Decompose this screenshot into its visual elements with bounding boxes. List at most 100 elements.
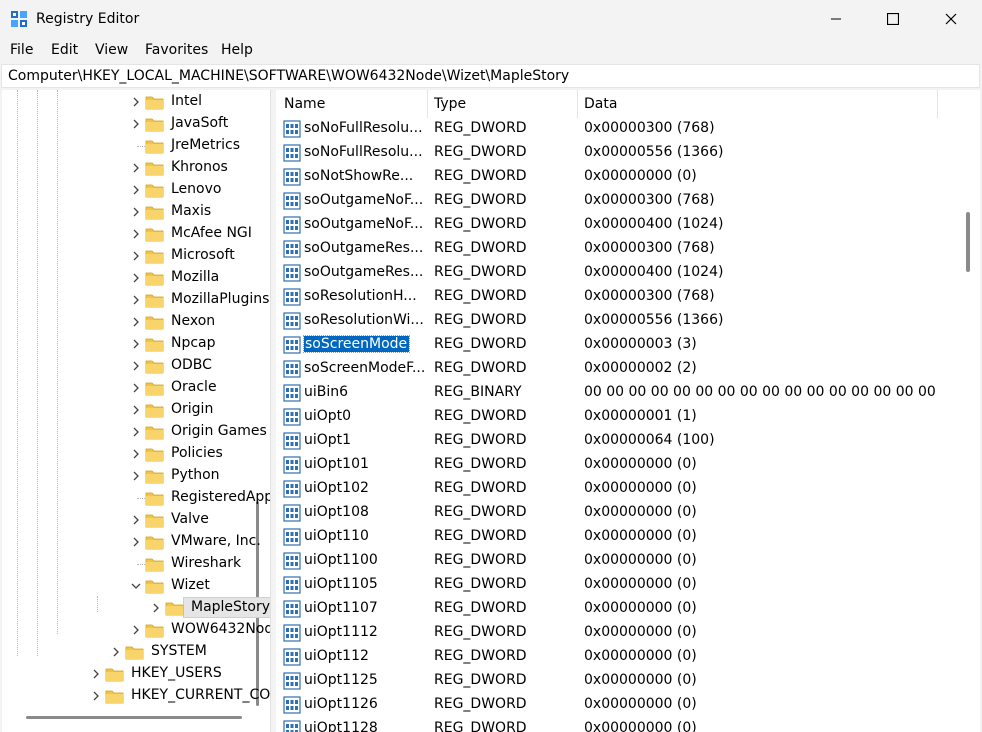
value-row[interactable]: uiOpt102 REG_DWORD 0x00000000 (0) <box>276 477 956 501</box>
chevron-right-icon[interactable] <box>130 470 142 482</box>
value-row[interactable]: uiOpt1125 REG_DWORD 0x00000000 (0) <box>276 669 956 693</box>
value-row[interactable]: uiBin6 REG_BINARY 00 00 00 00 00 00 00 00 … <box>276 381 956 405</box>
tree-item[interactable]: Wizet <box>2 575 270 597</box>
value-row[interactable]: soOutgameNoF... REG_DWORD 0x00000400 (1024… <box>276 213 956 237</box>
value-row[interactable]: uiOpt0 REG_DWORD 0x00000001 (1) <box>276 405 956 429</box>
column-separator[interactable] <box>577 90 578 118</box>
menu-favorites[interactable]: Favorites <box>145 42 208 58</box>
tree-item[interactable]: ODBC <box>2 355 270 377</box>
tree-item[interactable]: HKEY_CURRENT_CONFIG <box>2 685 270 707</box>
value-row[interactable]: soOutgameRes... REG_DWORD 0x00000400 (1024… <box>276 261 956 285</box>
value-row[interactable]: soNotShowRe... REG_DWORD 0x00000000 (0) <box>276 165 956 189</box>
tree-item[interactable]: Python <box>2 465 270 487</box>
chevron-right-icon[interactable] <box>130 250 142 262</box>
tree-item[interactable]: Origin <box>2 399 270 421</box>
value-row[interactable]: soOutgameRes... REG_DWORD 0x00000300 (768) <box>276 237 956 261</box>
chevron-right-icon[interactable] <box>130 316 142 328</box>
chevron-right-icon[interactable] <box>130 382 142 394</box>
value-row[interactable]: uiOpt110 REG_DWORD 0x00000000 (0) <box>276 525 956 549</box>
column-header-data[interactable]: Data <box>584 96 617 112</box>
tree-item[interactable]: Khronos <box>2 157 270 179</box>
tree-item[interactable]: Wireshark <box>2 553 270 575</box>
chevron-right-icon[interactable] <box>130 536 142 548</box>
minimize-button[interactable] <box>813 0 859 38</box>
value-row[interactable]: soScreenMode REG_DWORD 0x00000003 (3) <box>276 333 956 357</box>
tree-item[interactable]: Npcap <box>2 333 270 355</box>
chevron-right-icon[interactable] <box>130 118 142 130</box>
value-row[interactable]: uiOpt112 REG_DWORD 0x00000000 (0) <box>276 645 956 669</box>
tree-item[interactable]: Intel <box>2 91 270 113</box>
chevron-right-icon[interactable] <box>130 360 142 372</box>
value-row[interactable]: soResolutionH... REG_DWORD 0x00000300 (768… <box>276 285 956 309</box>
chevron-right-icon[interactable] <box>130 338 142 350</box>
value-row[interactable]: uiOpt1126 REG_DWORD 0x00000000 (0) <box>276 693 956 717</box>
tree-item[interactable]: Lenovo <box>2 179 270 201</box>
value-row[interactable]: soNoFullResolu... REG_DWORD 0x00000300 (76… <box>276 117 956 141</box>
chevron-right-icon[interactable] <box>130 448 142 460</box>
tree-item[interactable]: WOW6432Node <box>2 619 270 641</box>
chevron-right-icon[interactable] <box>130 514 142 526</box>
values-vertical-scrollbar[interactable] <box>966 212 970 272</box>
value-row[interactable]: uiOpt101 REG_DWORD 0x00000000 (0) <box>276 453 956 477</box>
close-button[interactable] <box>928 0 974 38</box>
chevron-right-icon[interactable] <box>150 602 162 614</box>
value-row[interactable]: uiOpt1 REG_DWORD 0x00000064 (100) <box>276 429 956 453</box>
menu-view[interactable]: View <box>95 42 128 58</box>
address-bar[interactable]: Computer\HKEY_LOCAL_MACHINE\SOFTWARE\WOW… <box>1 64 980 88</box>
column-header-name[interactable]: Name <box>284 96 325 112</box>
tree-item[interactable]: MapleStory <box>2 597 270 619</box>
value-row[interactable]: soOutgameNoF... REG_DWORD 0x00000300 (768) <box>276 189 956 213</box>
value-row[interactable]: soScreenModeF... REG_DWORD 0x00000002 (2) <box>276 357 956 381</box>
tree-item[interactable]: Valve <box>2 509 270 531</box>
tree-item[interactable]: Oracle <box>2 377 270 399</box>
chevron-right-icon[interactable] <box>130 272 142 284</box>
tree-item[interactable]: MozillaPlugins <box>2 289 270 311</box>
values-list-pane[interactable]: Name Type Data soNoFullResolu... REG_DWOR… <box>276 90 980 732</box>
chevron-right-icon[interactable] <box>90 668 102 680</box>
chevron-right-icon[interactable] <box>130 96 142 108</box>
column-separator[interactable] <box>427 90 428 118</box>
tree-item[interactable]: HKEY_USERS <box>2 663 270 685</box>
chevron-right-icon[interactable] <box>130 404 142 416</box>
chevron-right-icon[interactable] <box>130 228 142 240</box>
tree-item[interactable]: Mozilla <box>2 267 270 289</box>
column-header-type[interactable]: Type <box>434 96 466 112</box>
value-row[interactable]: uiOpt1105 REG_DWORD 0x00000000 (0) <box>276 573 956 597</box>
menu-edit[interactable]: Edit <box>51 42 78 58</box>
chevron-right-icon[interactable] <box>130 624 142 636</box>
value-row[interactable]: soResolutionWi... REG_DWORD 0x00000556 (13… <box>276 309 956 333</box>
chevron-down-icon[interactable] <box>130 580 142 592</box>
chevron-right-icon[interactable] <box>90 690 102 702</box>
tree-item[interactable]: Microsoft <box>2 245 270 267</box>
value-row[interactable]: uiOpt1107 REG_DWORD 0x00000000 (0) <box>276 597 956 621</box>
value-data: 0x00000000 (0) <box>584 480 697 496</box>
tree-item[interactable]: SYSTEM <box>2 641 270 663</box>
value-row[interactable]: soNoFullResolu... REG_DWORD 0x00000556 (13… <box>276 141 956 165</box>
address-path[interactable]: Computer\HKEY_LOCAL_MACHINE\SOFTWARE\WOW… <box>8 68 569 84</box>
value-row[interactable]: uiOpt1112 REG_DWORD 0x00000000 (0) <box>276 621 956 645</box>
chevron-right-icon[interactable] <box>130 426 142 438</box>
tree-item[interactable]: VMware, Inc. <box>2 531 270 553</box>
menu-file[interactable]: File <box>10 42 33 58</box>
tree-horizontal-scrollbar[interactable] <box>26 716 242 719</box>
tree-item[interactable]: Nexon <box>2 311 270 333</box>
tree-item[interactable]: JreMetrics <box>2 135 270 157</box>
chevron-right-icon[interactable] <box>110 646 122 658</box>
tree-item[interactable]: Maxis <box>2 201 270 223</box>
value-row[interactable]: uiOpt1100 REG_DWORD 0x00000000 (0) <box>276 549 956 573</box>
tree-item[interactable]: RegisteredApplications <box>2 487 270 509</box>
chevron-right-icon[interactable] <box>130 184 142 196</box>
tree-item[interactable]: McAfee NGI <box>2 223 270 245</box>
chevron-right-icon[interactable] <box>130 294 142 306</box>
value-row[interactable]: uiOpt1128 REG_DWORD 0x00000000 (0) <box>276 717 956 732</box>
tree-item[interactable]: JavaSoft <box>2 113 270 135</box>
value-row[interactable]: uiOpt108 REG_DWORD 0x00000000 (0) <box>276 501 956 525</box>
chevron-right-icon[interactable] <box>130 206 142 218</box>
chevron-right-icon[interactable] <box>130 162 142 174</box>
key-tree-pane[interactable]: Intel JavaSoft JreMetrics Khronos Lenovo Maxi… <box>2 90 271 732</box>
menu-help[interactable]: Help <box>221 42 253 58</box>
tree-item[interactable]: Origin Games <box>2 421 270 443</box>
maximize-button[interactable] <box>870 0 916 38</box>
tree-item[interactable]: Policies <box>2 443 270 465</box>
column-separator[interactable] <box>937 90 938 118</box>
